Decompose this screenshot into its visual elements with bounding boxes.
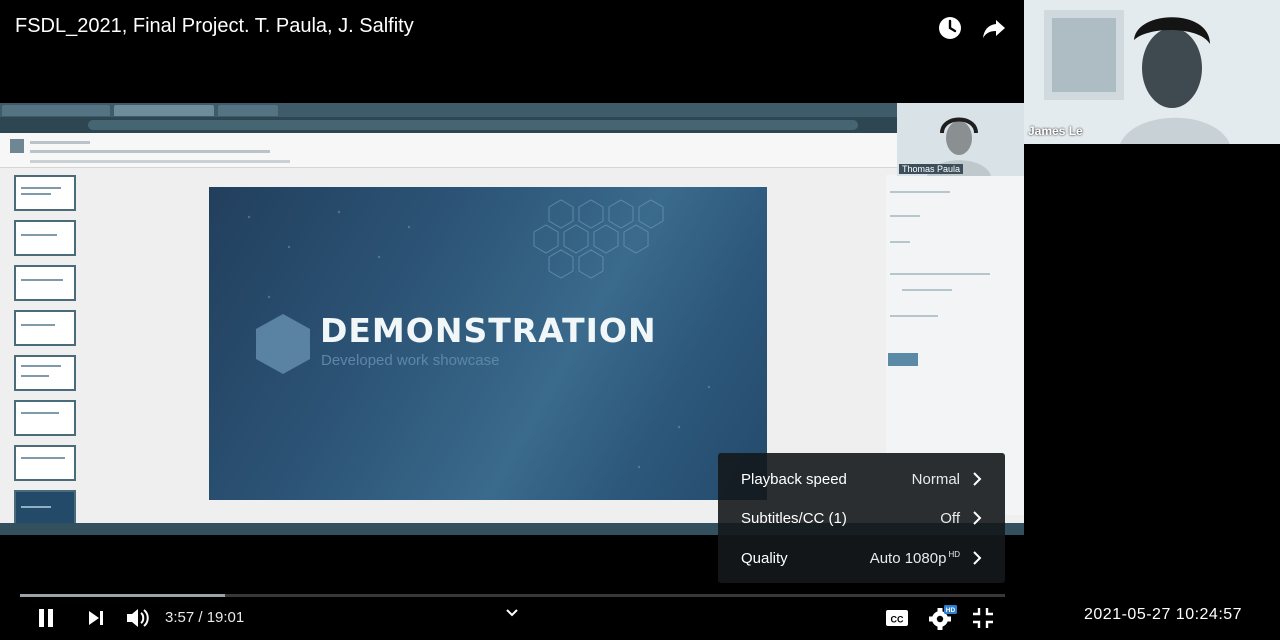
docs-menubar	[30, 150, 270, 153]
slide-subtitle: Developed work showcase	[321, 352, 500, 369]
pause-icon[interactable]	[36, 607, 56, 629]
next-icon[interactable]	[86, 608, 106, 628]
slides-app-header	[0, 133, 1024, 168]
browser-address-bar	[0, 117, 1024, 133]
hd-badge: HD	[948, 550, 960, 559]
chevron-right-icon	[973, 511, 982, 525]
chevron-down-icon[interactable]	[505, 608, 519, 618]
panel-button[interactable]	[888, 353, 918, 366]
menu-item-subtitles[interactable]: Subtitles/CC (1) Off	[718, 498, 1005, 538]
svg-text:CC: CC	[891, 615, 904, 625]
slide-thumbnails	[14, 175, 78, 535]
progress-played	[20, 594, 225, 597]
docs-toolbar	[30, 160, 290, 163]
exit-fullscreen-icon[interactable]	[972, 607, 994, 629]
participant-tile-small: Thomas Paula	[897, 103, 1024, 176]
main-slide: DEMONSTRATION Developed work showcase	[209, 187, 767, 500]
slide-thumbnail[interactable]	[14, 265, 76, 301]
chevron-right-icon	[973, 551, 982, 565]
slide-thumbnail[interactable]	[14, 400, 76, 436]
slide-thumbnail[interactable]	[14, 310, 76, 346]
settings-hd-badge: HD	[946, 607, 956, 614]
menu-item-playback-speed[interactable]: Playback speed Normal	[718, 459, 1005, 499]
share-icon[interactable]	[980, 14, 1008, 42]
browser-tab	[218, 105, 278, 116]
hexagon-logo-icon	[256, 314, 310, 374]
slide-thumbnail[interactable]	[14, 445, 76, 481]
participant-name: James Le	[1028, 124, 1083, 138]
docs-filename	[30, 141, 90, 144]
volume-icon[interactable]	[125, 606, 151, 630]
slide-title: DEMONSTRATION	[320, 311, 657, 350]
quality-value: Auto 1080p	[869, 550, 947, 567]
slide-thumbnail[interactable]	[14, 355, 76, 391]
browser-tab-active	[114, 105, 214, 116]
chevron-right-icon	[973, 472, 982, 486]
participant-video	[1024, 0, 1280, 144]
time-display: 3:57 / 19:01	[165, 609, 245, 626]
slide-thumbnail-active[interactable]	[14, 490, 76, 526]
captions-icon[interactable]: CC	[884, 607, 910, 629]
recording-timestamp: 2021-05-27 10:24:57	[1084, 606, 1243, 623]
participant-tile-big: James Le	[1024, 0, 1280, 144]
slide-thumbnail[interactable]	[14, 220, 76, 256]
video-title: FSDL_2021, Final Project. T. Paula, J. S…	[15, 15, 414, 37]
docs-logo	[10, 139, 24, 153]
slide-thumbnail[interactable]	[14, 175, 76, 211]
watch-later-icon[interactable]	[936, 14, 964, 42]
settings-icon[interactable]: HD	[928, 604, 958, 632]
url-field	[88, 120, 858, 130]
menu-item-quality[interactable]: Quality Auto 1080p HD	[718, 538, 1005, 578]
settings-menu: Playback speed Normal Subtitles/CC (1) O…	[718, 453, 1005, 583]
progress-bar[interactable]	[20, 594, 1005, 597]
browser-tab-bar	[0, 103, 1024, 117]
participant-name: Thomas Paula	[899, 164, 964, 174]
browser-tab	[2, 105, 110, 116]
